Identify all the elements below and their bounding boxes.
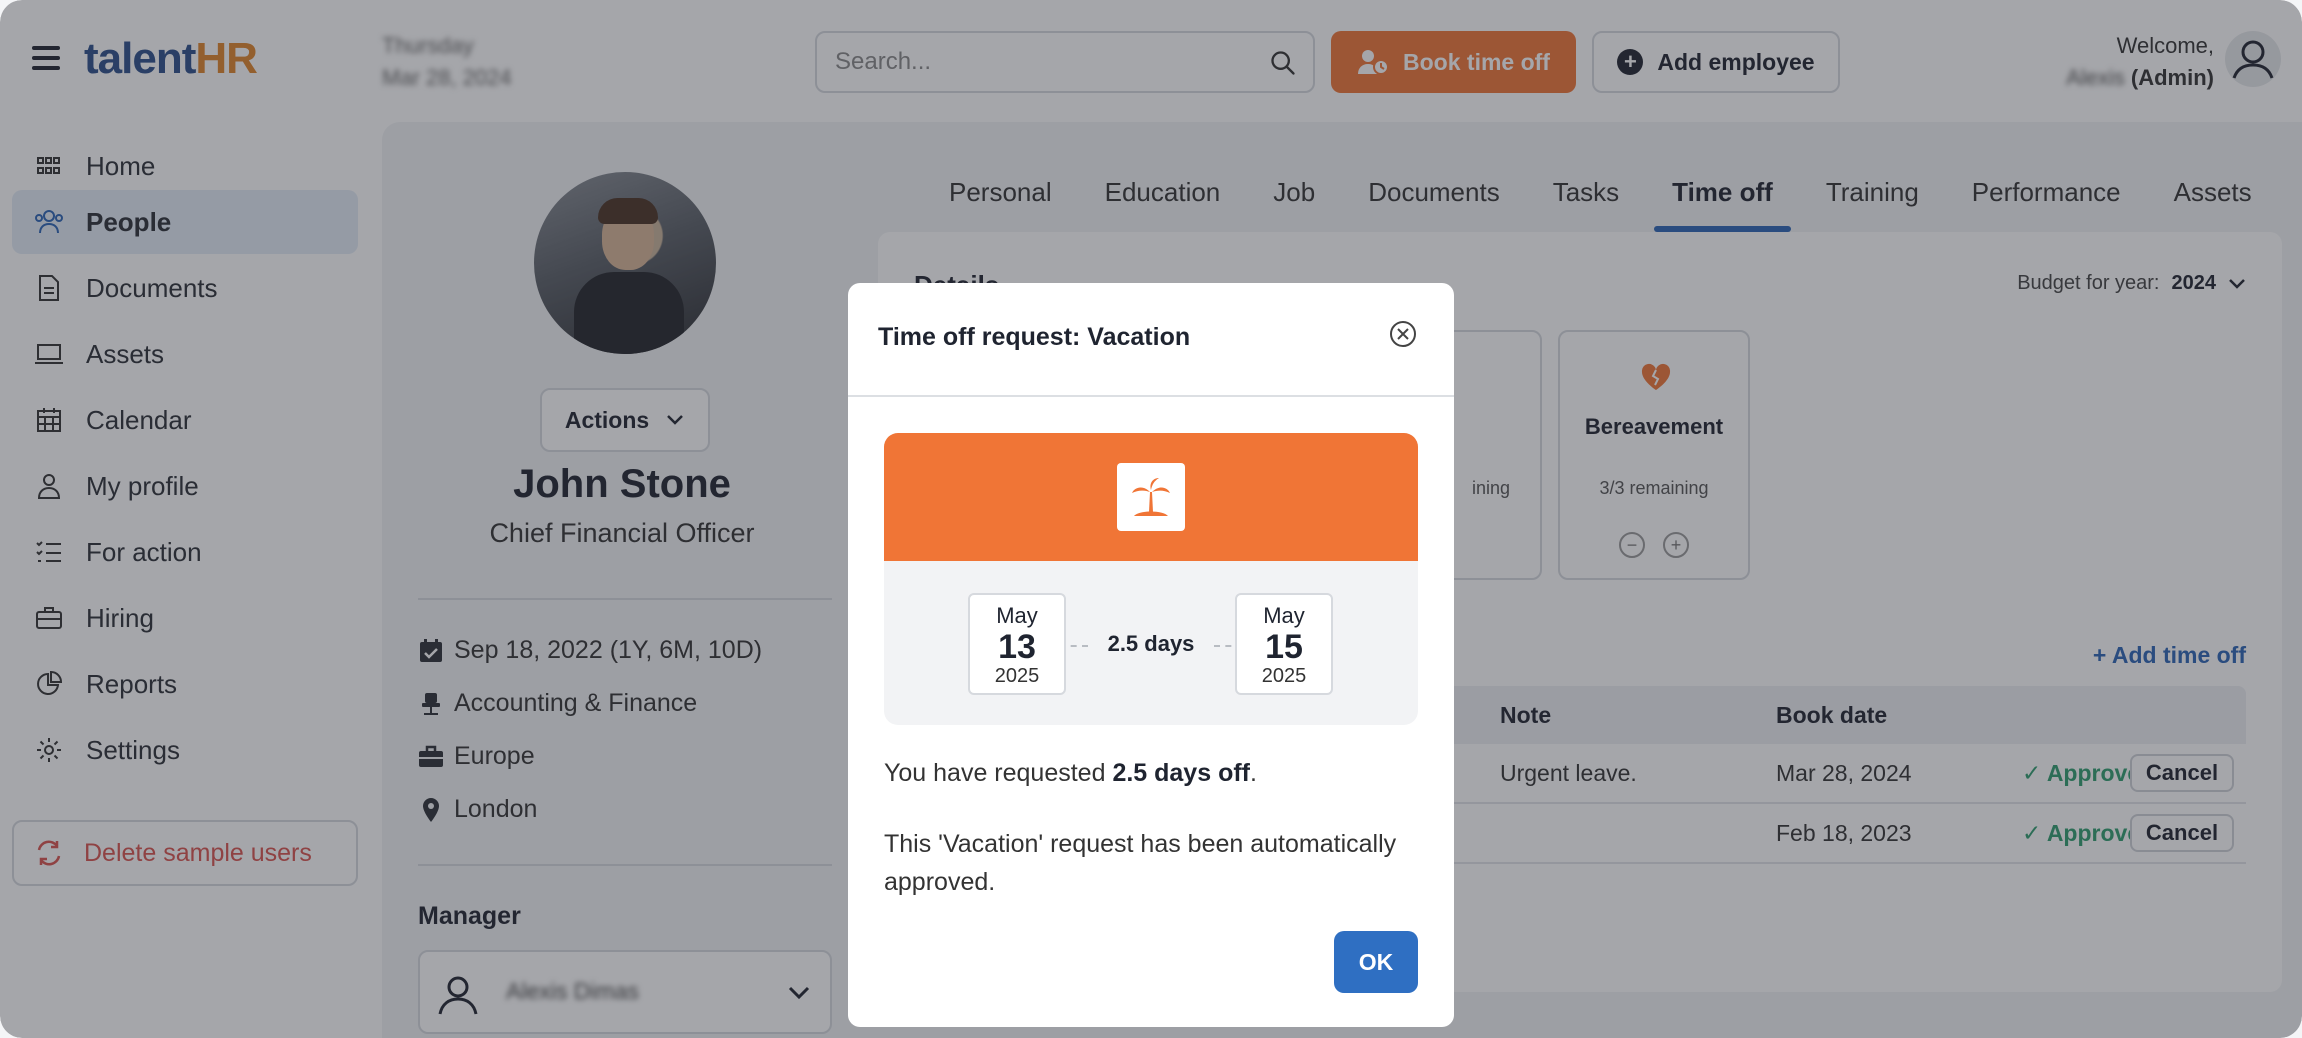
vacation-summary-card: May 13 2025 2.5 days May 15 2025 bbox=[884, 433, 1418, 725]
start-year: 2025 bbox=[994, 665, 1040, 687]
requested-amount: 2.5 days off bbox=[1112, 759, 1250, 787]
time-off-request-dialog: Time off request: Vacation May 13 2025 2… bbox=[848, 283, 1454, 1027]
duration-text: 2.5 days bbox=[1099, 631, 1203, 656]
dialog-title: Time off request: Vacation bbox=[878, 323, 1191, 351]
app-window: talentHR Thursday Mar 28, 2024 Book time… bbox=[0, 0, 2302, 1038]
palm-tree-icon bbox=[1117, 463, 1185, 531]
start-month: May bbox=[996, 603, 1038, 628]
end-month: May bbox=[1263, 603, 1305, 628]
end-year: 2025 bbox=[1261, 665, 1307, 687]
auto-approved-text: This 'Vacation' request has been automat… bbox=[884, 830, 1397, 896]
requested-text: You have requested 2.5 days off. bbox=[884, 759, 1257, 788]
end-date-box: May 15 2025 bbox=[1235, 593, 1333, 695]
vacation-banner bbox=[884, 433, 1418, 561]
requested-suffix: . bbox=[1250, 759, 1257, 787]
duration-label: 2.5 days bbox=[884, 631, 1418, 657]
requested-prefix: You have requested bbox=[884, 759, 1113, 787]
dialog-divider bbox=[848, 395, 1454, 397]
ok-button[interactable]: OK bbox=[1334, 931, 1418, 993]
close-icon[interactable] bbox=[1388, 319, 1418, 349]
end-day: 15 bbox=[1265, 628, 1303, 666]
